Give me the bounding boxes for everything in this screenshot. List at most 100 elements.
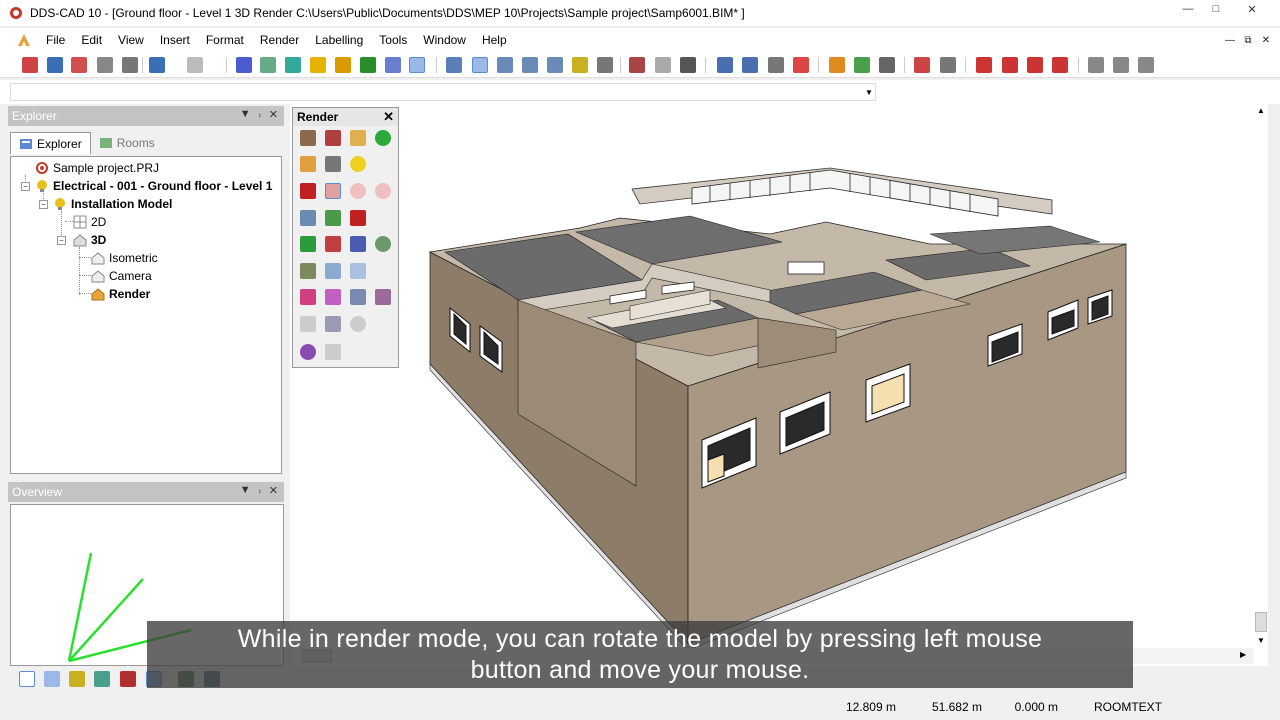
- mdi-close-button[interactable]: ✕: [1258, 32, 1274, 48]
- render-box-icon[interactable]: [300, 130, 316, 146]
- explorer-menu-icon[interactable]: ▼: [240, 108, 251, 121]
- scroll-right-icon[interactable]: ▶: [1240, 650, 1246, 659]
- export-icon[interactable]: [285, 57, 301, 73]
- filter-icon[interactable]: [522, 57, 538, 73]
- zoom-window-icon[interactable]: [472, 57, 488, 73]
- tree-item-installation-model[interactable]: Installation Model: [53, 195, 172, 213]
- redo-icon[interactable]: [187, 57, 203, 73]
- render-globe-icon[interactable]: [375, 236, 391, 252]
- tree-item-project[interactable]: Sample project.PRJ: [35, 159, 159, 177]
- zoom-icon[interactable]: [446, 57, 462, 73]
- ortho-icon[interactable]: [44, 671, 60, 687]
- command-dropdown-icon[interactable]: ▼: [862, 83, 876, 101]
- print-preview-icon[interactable]: [97, 57, 113, 73]
- paste-icon[interactable]: [940, 57, 956, 73]
- menu-format[interactable]: Format: [198, 29, 252, 51]
- render-colors-icon[interactable]: [325, 289, 341, 305]
- render-material-icon[interactable]: [300, 156, 316, 172]
- menu-labelling[interactable]: Labelling: [307, 29, 371, 51]
- render-selected-icon[interactable]: [325, 183, 341, 199]
- mdi-minimize-button[interactable]: —: [1222, 32, 1238, 48]
- layers-icon[interactable]: [385, 57, 401, 73]
- tree-item-electrical[interactable]: Electrical - 001 - Ground floor - Level …: [35, 177, 272, 195]
- tree-expander-3d[interactable]: −: [57, 236, 66, 245]
- render-sphere-outline-icon[interactable]: [375, 183, 391, 199]
- tree-expander-electrical[interactable]: −: [21, 182, 30, 191]
- print-icon[interactable]: [122, 57, 138, 73]
- green-arrow-icon[interactable]: [360, 57, 376, 73]
- render-image-icon[interactable]: [375, 289, 391, 305]
- render-light-icon[interactable]: [350, 130, 366, 146]
- render-scene-icon[interactable]: [350, 289, 366, 305]
- render-palette-icon[interactable]: [300, 289, 316, 305]
- new-icon[interactable]: [22, 57, 38, 73]
- maximize-button[interactable]: □: [1202, 0, 1230, 18]
- snap-grid-icon[interactable]: [19, 671, 35, 687]
- render-camera-icon[interactable]: [325, 156, 341, 172]
- globe-icon[interactable]: [236, 57, 252, 73]
- level-icon[interactable]: [879, 57, 895, 73]
- grid-icon[interactable]: [629, 57, 645, 73]
- menu-insert[interactable]: Insert: [152, 29, 198, 51]
- vertical-scroll-thumb[interactable]: [1255, 612, 1267, 632]
- render-output-icon[interactable]: [300, 344, 316, 360]
- marker-icon[interactable]: [793, 57, 809, 73]
- scroll-up-icon[interactable]: ▲: [1257, 106, 1265, 115]
- text-icon[interactable]: [1138, 57, 1154, 73]
- menu-edit[interactable]: Edit: [73, 29, 110, 51]
- overview-pin-icon[interactable]: ⨾: [259, 484, 261, 497]
- render-walk-icon[interactable]: [350, 236, 366, 252]
- snap-point-icon[interactable]: [69, 671, 85, 687]
- menu-render[interactable]: Render: [252, 29, 307, 51]
- command-input[interactable]: [10, 83, 876, 101]
- menu-view[interactable]: View: [110, 29, 152, 51]
- render-refresh-icon[interactable]: [300, 236, 316, 252]
- view-icon[interactable]: [597, 57, 613, 73]
- overview-close-icon[interactable]: ✕: [269, 484, 278, 497]
- list-icon[interactable]: [1088, 57, 1104, 73]
- render-object-icon[interactable]: [300, 183, 316, 199]
- render-sphere-icon[interactable]: [350, 183, 366, 199]
- explorer-close-icon[interactable]: ✕: [269, 108, 278, 121]
- tree-item-camera[interactable]: Camera: [91, 267, 152, 285]
- tools-icon[interactable]: [1052, 57, 1068, 73]
- measure-icon[interactable]: [742, 57, 758, 73]
- import-icon[interactable]: [260, 57, 276, 73]
- circuit-icon[interactable]: [1002, 57, 1018, 73]
- component-icon[interactable]: [976, 57, 992, 73]
- zoom-extents-icon[interactable]: [497, 57, 513, 73]
- close-button[interactable]: ✕: [1230, 0, 1274, 18]
- snap-line-icon[interactable]: [94, 671, 110, 687]
- undo-icon[interactable]: [149, 57, 165, 73]
- render-mode-icon[interactable]: [409, 57, 425, 73]
- render-settings-icon[interactable]: [325, 316, 341, 332]
- dimension-icon[interactable]: [717, 57, 733, 73]
- frame-icon[interactable]: [547, 57, 563, 73]
- render-back-icon[interactable]: [375, 130, 391, 146]
- report-icon[interactable]: [1113, 57, 1129, 73]
- render-person-icon[interactable]: [325, 236, 341, 252]
- render-cut-icon[interactable]: [300, 210, 316, 226]
- render-sun-icon[interactable]: [350, 156, 366, 172]
- render-texture-icon[interactable]: [300, 263, 316, 279]
- block-icon[interactable]: [655, 57, 671, 73]
- render-toolbox-close-icon[interactable]: ✕: [383, 109, 394, 125]
- floors-icon[interactable]: [854, 57, 870, 73]
- vertical-scrollbar[interactable]: ▲ ▼: [1254, 104, 1268, 648]
- tree-item-2d[interactable]: 2D: [73, 213, 106, 231]
- link-icon[interactable]: [310, 57, 326, 73]
- menu-help[interactable]: Help: [474, 29, 515, 51]
- render-frame-icon[interactable]: [350, 263, 366, 279]
- explorer-pin-icon[interactable]: ⨾: [259, 108, 261, 121]
- render-remove-icon[interactable]: [325, 130, 341, 146]
- mdi-restore-button[interactable]: ⧉: [1240, 32, 1256, 48]
- overview-menu-icon[interactable]: ▼: [240, 484, 251, 497]
- tab-explorer[interactable]: Explorer: [10, 132, 91, 154]
- tree-item-render[interactable]: Render: [91, 285, 150, 303]
- person-icon[interactable]: [1027, 57, 1043, 73]
- tree-expander-installation[interactable]: −: [39, 200, 48, 209]
- tree-item-3d[interactable]: 3D: [73, 231, 106, 249]
- render-cube-icon[interactable]: [325, 263, 341, 279]
- home-icon[interactable]: [829, 57, 845, 73]
- properties-icon[interactable]: [768, 57, 784, 73]
